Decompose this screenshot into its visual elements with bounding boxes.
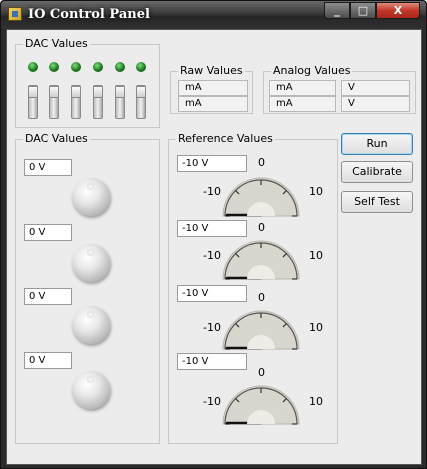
minimize-button[interactable]: _ <box>324 2 350 19</box>
reference-gauge <box>222 310 300 350</box>
raw-value-cell: mA <box>178 96 248 112</box>
gauge-max-label: 10 <box>309 185 323 198</box>
run-button[interactable]: Run <box>341 133 413 155</box>
dac-value-field[interactable]: 0 V <box>24 224 72 241</box>
gauge-min-label: -10 <box>203 395 221 408</box>
analog-voltage-cell: V <box>341 96 410 112</box>
dac-led-6 <box>136 62 146 72</box>
gauge-min-label: -10 <box>203 321 221 334</box>
app-icon[interactable] <box>8 7 22 21</box>
analog-values-group: Analog Values mA V mA V <box>263 64 416 114</box>
dac-led-3 <box>71 62 81 72</box>
gauge-min-label: -10 <box>203 185 221 198</box>
dac-value-field[interactable]: 0 V <box>24 288 72 305</box>
reference-value-field[interactable]: -10 V <box>177 353 247 370</box>
dac-switches-label: DAC Values <box>23 37 90 51</box>
gauge-mid-label: 0 <box>258 291 265 304</box>
analog-current-cell: mA <box>269 96 336 112</box>
close-icon: X <box>393 4 403 17</box>
reference-gauge <box>222 177 300 217</box>
reference-value-field[interactable]: -10 V <box>177 285 247 302</box>
window-controls: _ □ X <box>324 2 420 19</box>
dac-knob-2[interactable] <box>72 244 110 282</box>
reference-values-group: Reference Values -10 V 0 -10 10 -10 V 0 … <box>168 132 338 444</box>
client-area: DAC Values Raw Values mA mA Analog Value… <box>6 29 422 465</box>
analog-current-cell: mA <box>269 80 336 96</box>
reference-value-field[interactable]: -10 V <box>177 155 247 172</box>
gauge-mid-label: 0 <box>258 366 265 379</box>
reference-value-field[interactable]: -10 V <box>177 220 247 237</box>
gauge-min-label: -10 <box>203 249 221 262</box>
maximize-icon: □ <box>357 4 369 17</box>
gauge-max-label: 10 <box>309 321 323 334</box>
dac-switch-6[interactable] <box>136 85 146 119</box>
dac-knob-1[interactable] <box>72 178 110 216</box>
dac-knob-4[interactable] <box>72 371 110 409</box>
window-title: IO Control Panel <box>28 7 150 22</box>
dac-values-label: DAC Values <box>23 132 90 146</box>
dac-value-field[interactable]: 0 V <box>24 159 72 176</box>
reference-values-label: Reference Values <box>176 132 275 146</box>
gauge-mid-label: 0 <box>258 156 265 169</box>
dac-switch-3[interactable] <box>71 85 81 119</box>
dac-led-1 <box>28 62 38 72</box>
dac-led-5 <box>115 62 125 72</box>
dac-knob-3[interactable] <box>72 306 110 344</box>
minimize-icon: _ <box>334 4 340 17</box>
gauge-max-label: 10 <box>309 249 323 262</box>
dac-led-2 <box>49 62 59 72</box>
reference-gauge <box>222 385 300 425</box>
self-test-button[interactable]: Self Test <box>341 191 413 213</box>
main-window: IO Control Panel _ □ X DAC Values Raw Va… <box>0 0 427 469</box>
dac-switch-1[interactable] <box>28 85 38 119</box>
title-bar[interactable]: IO Control Panel _ □ X <box>1 1 426 29</box>
close-button[interactable]: X <box>376 2 420 19</box>
dac-switch-5[interactable] <box>115 85 125 119</box>
raw-value-cell: mA <box>178 80 248 96</box>
maximize-button[interactable]: □ <box>350 2 376 19</box>
raw-values-label: Raw Values <box>178 64 245 78</box>
dac-switches-group: DAC Values <box>15 37 160 128</box>
dac-led-4 <box>93 62 103 72</box>
dac-switch-4[interactable] <box>93 85 103 119</box>
reference-gauge <box>222 240 300 280</box>
analog-values-label: Analog Values <box>271 64 353 78</box>
dac-value-field[interactable]: 0 V <box>24 352 72 369</box>
dac-switch-2[interactable] <box>49 85 59 119</box>
gauge-max-label: 10 <box>309 395 323 408</box>
raw-values-group: Raw Values mA mA <box>170 64 253 114</box>
gauge-mid-label: 0 <box>258 221 265 234</box>
calibrate-button[interactable]: Calibrate <box>341 161 413 183</box>
dac-values-group: DAC Values 0 V 0 V 0 V 0 V <box>15 132 160 444</box>
analog-voltage-cell: V <box>341 80 410 96</box>
